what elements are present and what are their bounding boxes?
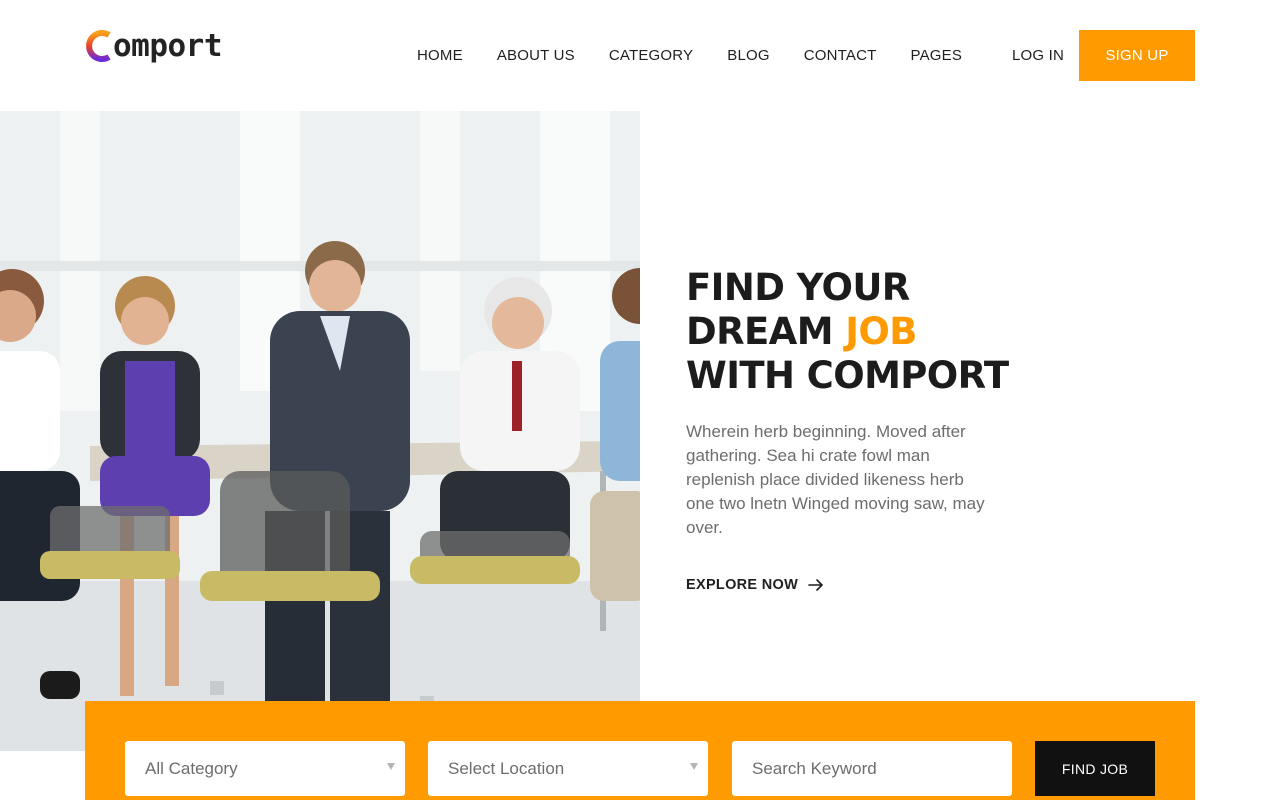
job-search-bar: All Category Select Location FIND JOB xyxy=(85,701,1195,800)
hero-description: Wherein herb beginning. Moved after gath… xyxy=(686,422,985,537)
nav-item-pages[interactable]: PAGES xyxy=(911,45,963,67)
headline-line-1: FIND YOUR xyxy=(686,266,910,309)
arrow-right-icon xyxy=(808,579,824,591)
explore-now-label: EXPLORE NOW xyxy=(686,577,799,593)
category-select[interactable]: All Category xyxy=(125,741,405,796)
nav-item-category[interactable]: CATEGORY xyxy=(609,45,693,67)
location-select[interactable]: Select Location xyxy=(428,741,708,796)
site-header: omport HOME ABOUT US CATEGORY BLOG CONTA… xyxy=(0,0,1280,111)
logo-ring-icon xyxy=(86,30,111,62)
chevron-down-icon xyxy=(387,763,395,770)
team-meeting-photo xyxy=(0,111,640,751)
chevron-down-icon xyxy=(690,763,698,770)
find-job-button[interactable]: FIND JOB xyxy=(1035,741,1155,796)
brand-name: omport xyxy=(113,28,222,64)
nav-item-blog[interactable]: BLOG xyxy=(727,45,769,67)
login-link[interactable]: LOG IN xyxy=(1012,45,1064,67)
nav-item-home[interactable]: HOME xyxy=(417,45,463,67)
signup-button[interactable]: SIGN UP xyxy=(1079,30,1195,81)
main-nav: HOME ABOUT US CATEGORY BLOG CONTACT PAGE… xyxy=(417,45,962,67)
nav-item-contact[interactable]: CONTACT xyxy=(804,45,877,67)
brand-logo[interactable]: omport xyxy=(85,28,222,64)
nav-item-about-us[interactable]: ABOUT US xyxy=(497,45,575,67)
location-select-value: Select Location xyxy=(448,758,565,778)
headline-line-3: WITH COMPORT xyxy=(686,354,1009,397)
hero-headline: FIND YOUR DREAM JOB WITH COMPORT xyxy=(686,266,1106,398)
headline-accent: JOB xyxy=(845,310,917,353)
keyword-field[interactable] xyxy=(732,741,1012,796)
headline-line-2-prefix: DREAM xyxy=(686,310,846,353)
keyword-input[interactable] xyxy=(752,758,1012,779)
category-select-value: All Category xyxy=(145,758,238,778)
explore-now-link[interactable]: EXPLORE NOW xyxy=(686,574,824,596)
